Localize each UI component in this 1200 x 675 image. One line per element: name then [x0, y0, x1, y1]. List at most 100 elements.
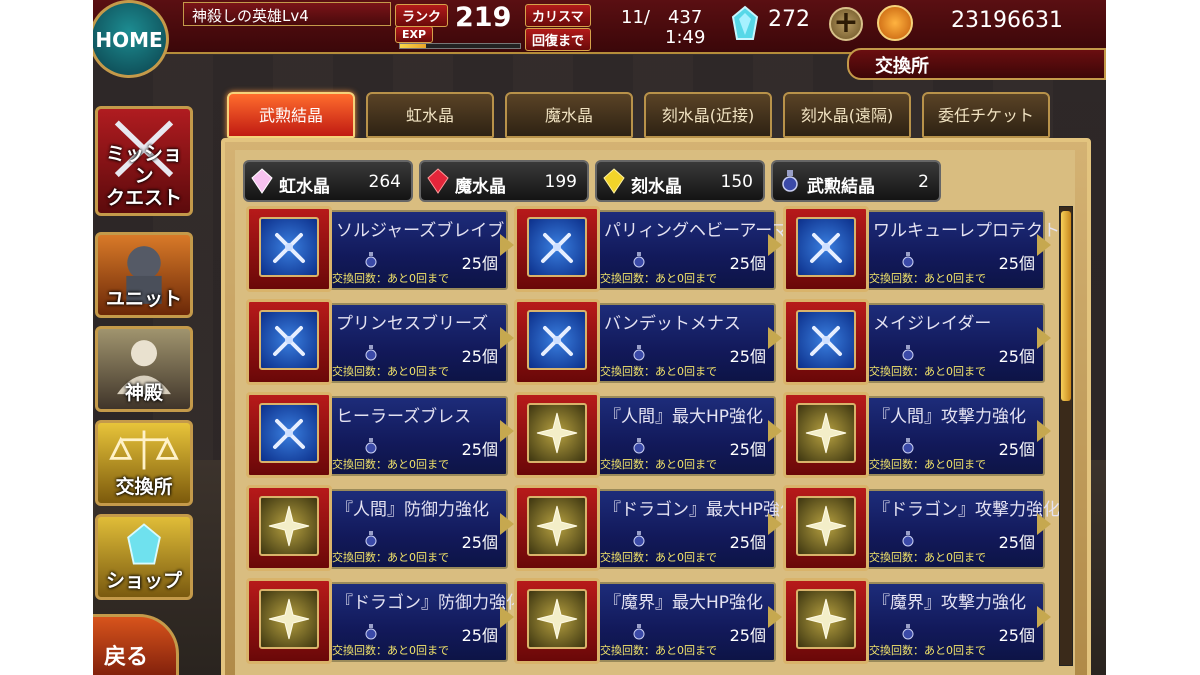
item-badge — [246, 578, 332, 664]
rank-label: ランク — [395, 4, 449, 27]
exp-label: EXP — [395, 26, 434, 43]
exchange-item-card[interactable]: ヒーラーズブレス 25個 交換回数：あと0回まで — [246, 392, 514, 478]
item-exchange-limit: 交換回数：あと0回まで — [332, 272, 449, 285]
honor-crystal-icon — [365, 624, 377, 640]
item-exchange-limit: 交換回数：あと0回まで — [600, 551, 717, 564]
sidebar-item-unit[interactable]: ユニット — [95, 232, 193, 318]
sidebar-item-shop[interactable]: ショップ — [95, 514, 193, 600]
honor-crystal-icon — [365, 252, 377, 268]
player-name: 神殺しの英雄Lv4 — [183, 2, 391, 26]
exchange-item-card[interactable]: 『人間』防御力強化 25個 交換回数：あと0回まで — [246, 485, 514, 571]
sword-icon — [259, 310, 319, 370]
star-icon — [259, 589, 319, 649]
honor-crystal-icon — [633, 531, 645, 547]
item-badge — [783, 299, 869, 385]
rainbow-crystal-icon — [251, 168, 273, 194]
gold-count: 23196631 — [951, 8, 1063, 33]
item-cost: 25個 — [998, 254, 1035, 273]
star-icon — [527, 589, 587, 649]
item-cost: 25個 — [998, 626, 1035, 645]
item-exchange-limit: 交換回数：あと0回まで — [600, 458, 717, 471]
currency-time-crystal: 刻水晶 150 — [595, 160, 765, 202]
sidebar-item-label: ミッション クエスト — [105, 143, 182, 209]
sidebar-item-label: 神殿 — [124, 382, 163, 404]
sidebar-item-temple[interactable]: 神殿 — [95, 326, 193, 412]
item-cost: 25個 — [729, 440, 766, 459]
exchange-item-card[interactable]: 『魔界』攻撃力強化 25個 交換回数：あと0回まで — [783, 578, 1051, 664]
item-exchange-limit: 交換回数：あと0回まで — [869, 272, 986, 285]
gold-coin-icon — [877, 5, 913, 41]
charisma-value: 11/ 437 — [621, 7, 703, 28]
item-name: 『魔界』攻撃力強化 — [873, 593, 1026, 613]
item-name: パリィングヘビーアーマー — [604, 221, 807, 241]
tab-melee-crystal[interactable]: 刻水晶(近接) — [644, 92, 772, 138]
tab-magic-crystal[interactable]: 魔水晶 — [505, 92, 633, 138]
item-exchange-limit: 交換回数：あと0回まで — [600, 272, 717, 285]
exchange-item-card[interactable]: バンデットメナス 25個 交換回数：あと0回まで — [514, 299, 782, 385]
rank-value: 219 — [455, 2, 512, 33]
tab-ranged-crystal[interactable]: 刻水晶(遠隔) — [783, 92, 911, 138]
item-name: 『ドラゴン』防御力強化 — [336, 593, 523, 613]
item-badge — [514, 206, 600, 292]
exchange-item-card[interactable]: 『ドラゴン』攻撃力強化 25個 交換回数：あと0回まで — [783, 485, 1060, 571]
exchange-item-card[interactable]: 『魔界』最大HP強化 25個 交換回数：あと0回まで — [514, 578, 782, 664]
exchange-item-card[interactable]: 『ドラゴン』防御力強化 25個 交換回数：あと0回まで — [246, 578, 523, 664]
tab-rainbow-crystal[interactable]: 虹水晶 — [366, 92, 494, 138]
item-exchange-limit: 交換回数：あと0回まで — [869, 365, 986, 378]
star-icon — [527, 496, 587, 556]
honor-crystal-icon — [633, 345, 645, 361]
item-exchange-limit: 交換回数：あと0回まで — [332, 365, 449, 378]
exchange-item-card[interactable]: 『ドラゴン』最大HP強化 25個 交換回数：あと0回まで — [514, 485, 797, 571]
honor-crystal-icon — [365, 345, 377, 361]
item-cost: 25個 — [729, 626, 766, 645]
item-badge — [246, 485, 332, 571]
exchange-item-card[interactable]: プリンセスブリーズ 25個 交換回数：あと0回まで — [246, 299, 514, 385]
time-crystal-icon — [603, 168, 625, 194]
tab-honor-crystal[interactable]: 武勲結晶 — [227, 92, 355, 138]
exchange-item-card[interactable]: メイジレイダー 25個 交換回数：あと0回まで — [783, 299, 1051, 385]
scrollbar-thumb[interactable] — [1061, 211, 1071, 401]
crystal-icon — [729, 5, 761, 43]
item-name: 『人間』最大HP強化 — [604, 407, 764, 427]
item-badge — [783, 485, 869, 571]
item-cost: 25個 — [461, 626, 498, 645]
item-badge — [246, 206, 332, 292]
item-exchange-limit: 交換回数：あと0回まで — [600, 644, 717, 657]
item-name: ソルジャーズブレイブ — [336, 221, 505, 241]
exchange-item-card[interactable]: 『人間』攻撃力強化 25個 交換回数：あと0回まで — [783, 392, 1051, 478]
star-icon — [796, 496, 856, 556]
sidebar-item-exchange[interactable]: 交換所 — [95, 420, 193, 506]
honor-crystal-icon — [633, 252, 645, 268]
star-icon — [796, 403, 856, 463]
item-cost: 25個 — [998, 533, 1035, 552]
item-name: 『魔界』最大HP強化 — [604, 593, 764, 613]
item-name: ヒーラーズブレス — [336, 407, 472, 427]
item-cost: 25個 — [729, 347, 766, 366]
sword-icon — [796, 217, 856, 277]
item-exchange-limit: 交換回数：あと0回まで — [869, 458, 986, 471]
item-list-scrollbar[interactable] — [1059, 206, 1073, 666]
item-exchange-limit: 交換回数：あと0回まで — [600, 365, 717, 378]
exchange-item-card[interactable]: ソルジャーズブレイブ 25個 交換回数：あと0回まで — [246, 206, 514, 292]
sidebar-item-label: ユニット — [105, 288, 182, 310]
location-title: 交換所 — [847, 48, 1106, 80]
sidebar-item-mission-quest[interactable]: ミッション クエスト — [95, 106, 193, 216]
item-badge — [514, 485, 600, 571]
item-exchange-limit: 交換回数：あと0回まで — [332, 458, 449, 471]
tab-delegation-ticket[interactable]: 委任チケット — [922, 92, 1050, 138]
status-bar: 神殺しの英雄Lv4 ランク EXP 219 カリスマ 11/ 437 回復まで … — [93, 0, 1106, 54]
item-cost: 25個 — [461, 254, 498, 273]
item-name: メイジレイダー — [873, 314, 992, 334]
recover-label: 回復まで — [525, 28, 592, 51]
add-crystal-button[interactable]: + — [829, 7, 863, 41]
sword-icon — [259, 217, 319, 277]
exchange-item-card[interactable]: ワルキューレプロテクト 25個 交換回数：あと0回まで — [783, 206, 1060, 292]
item-badge — [783, 206, 869, 292]
sword-icon — [527, 217, 587, 277]
item-name: 『人間』攻撃力強化 — [873, 407, 1026, 427]
item-name: 『人間』防御力強化 — [336, 500, 489, 520]
exchange-item-card[interactable]: 『人間』最大HP強化 25個 交換回数：あと0回まで — [514, 392, 782, 478]
exchange-item-card[interactable]: パリィングヘビーアーマー 25個 交換回数：あと0回まで — [514, 206, 806, 292]
star-icon — [527, 403, 587, 463]
honor-crystal-icon — [782, 170, 798, 192]
